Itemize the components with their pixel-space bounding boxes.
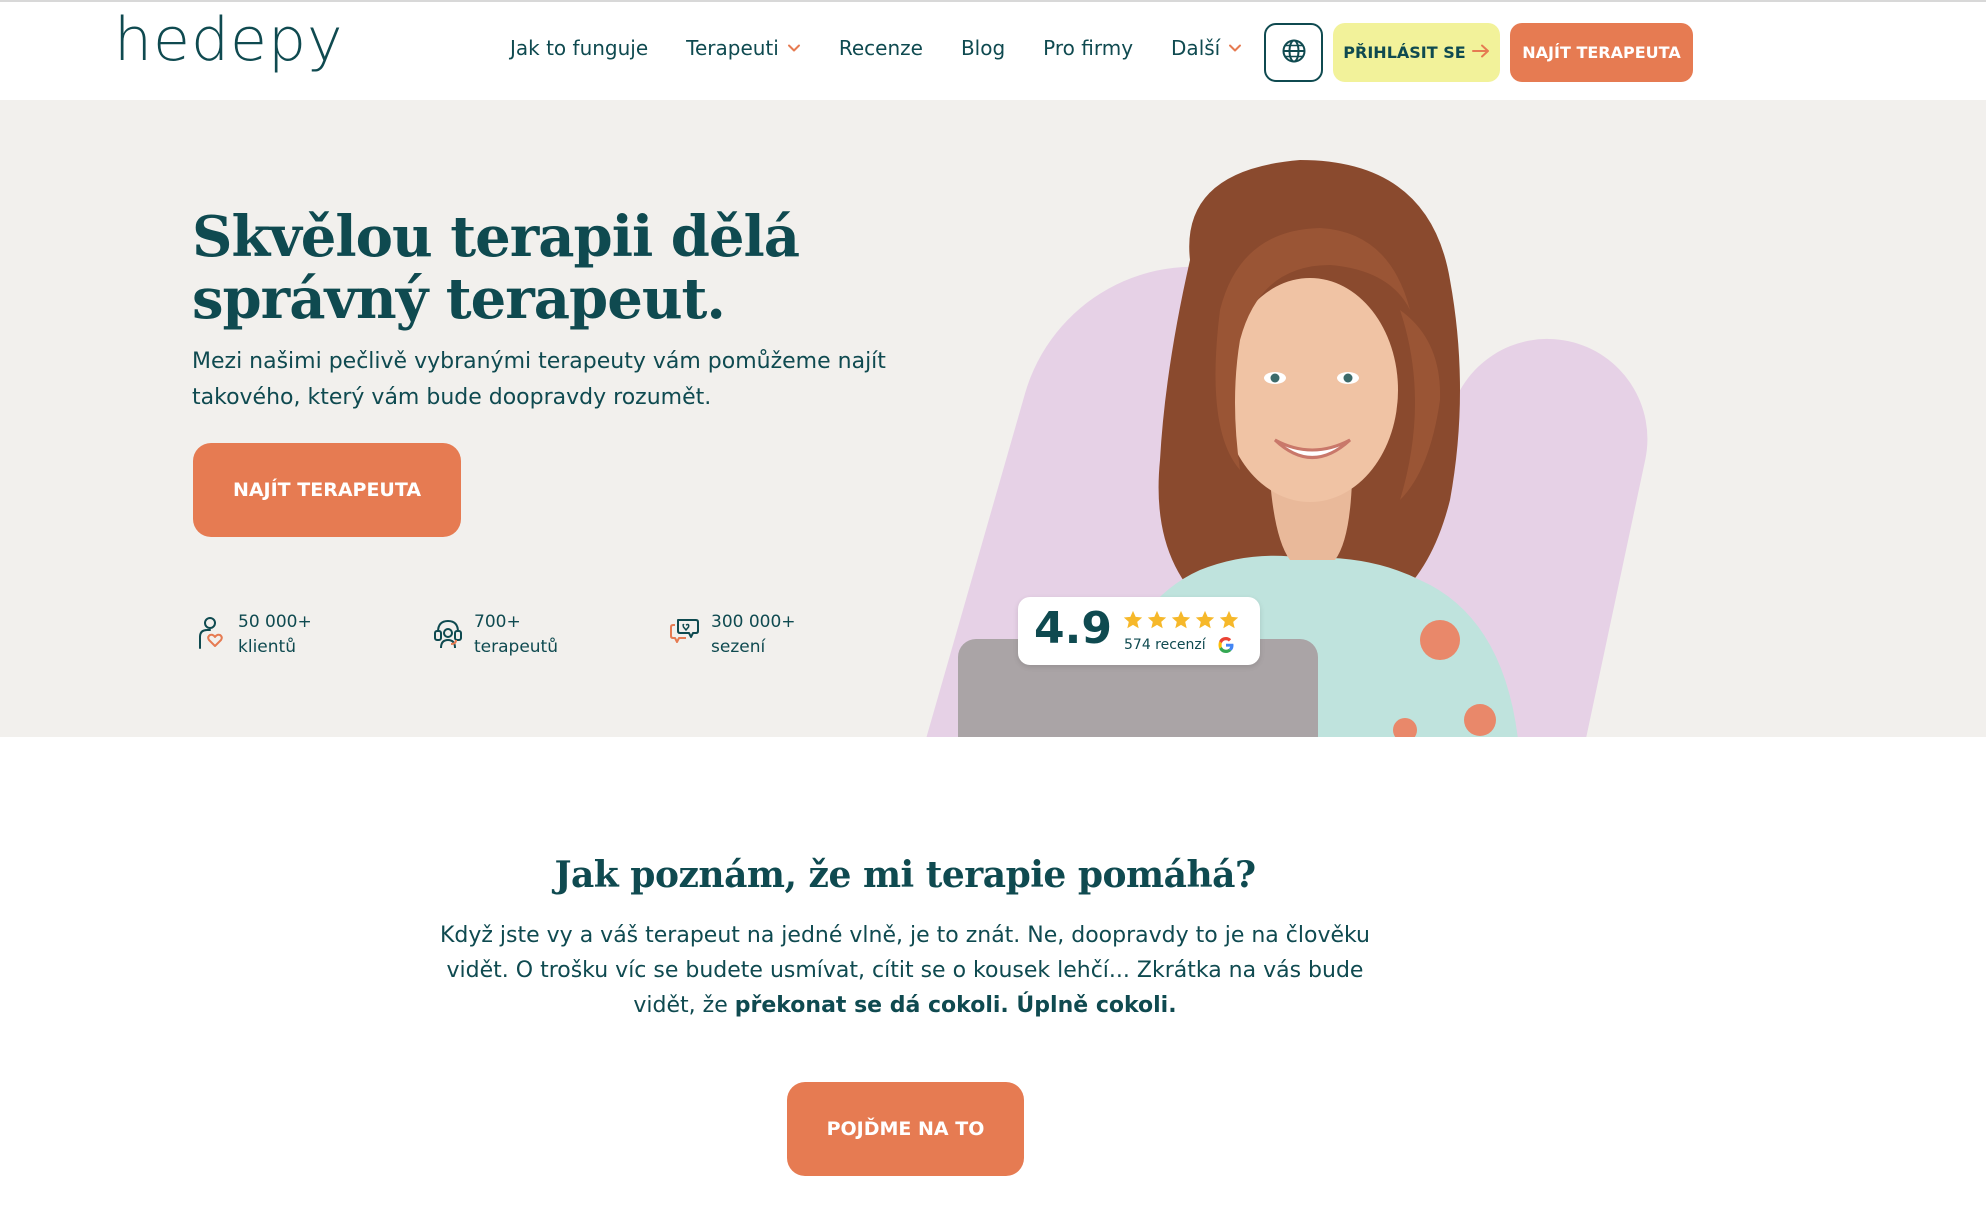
nav-label: Terapeuti [686, 36, 779, 60]
nav-item-recenze[interactable]: Recenze [839, 36, 923, 60]
logo[interactable]: hedepy [114, 4, 344, 76]
stat-value: 700+ [474, 612, 521, 632]
stat-value: 300 000+ [711, 612, 796, 632]
hero-title-line: Skvělou terapii dělá [192, 204, 800, 270]
rating-score: 4.9 [1034, 603, 1112, 654]
stat-clients: 50 000+ klientů [196, 610, 312, 660]
login-button[interactable]: PŘIHLÁSIT SE [1333, 23, 1500, 82]
section-text: Když jste vy a váš terapeut na jedné vln… [405, 918, 1405, 1023]
nav-item-terapeuti[interactable]: Terapeuti [686, 36, 801, 60]
nav-label: Recenze [838, 36, 923, 60]
globe-icon [1281, 38, 1307, 68]
nav-item-jak-to-funguje[interactable]: Jak to funguje [510, 36, 648, 60]
section-title: Jak poznám, že mi terapie pomáhá? [554, 854, 1256, 896]
stat-label: klientů [238, 637, 296, 657]
therapist-headset-icon [432, 616, 462, 650]
lets-go-button[interactable]: POJĎME NA TO [787, 1082, 1024, 1176]
nav-label: Jak to funguje [510, 36, 649, 60]
section-text-line: vidět. O trošku víc se budete usmívat, c… [446, 958, 1364, 983]
language-button[interactable] [1264, 23, 1323, 82]
main-nav: Jak to funguje Terapeuti Recenze Blog Pr… [510, 36, 1280, 60]
hero-subtitle-line: Mezi našimi pečlivě vybranými terapeuty … [192, 349, 886, 374]
chevron-down-icon [1228, 41, 1242, 55]
section-text-bold: překonat se dá cokoli. Úplně cokoli. [734, 993, 1177, 1018]
star-icon [1147, 610, 1167, 629]
nav-item-blog[interactable]: Blog [961, 36, 1005, 60]
section-text-line: vidět, že překonat se dá cokoli. Úplně c… [405, 988, 1405, 1023]
star-icon [1123, 610, 1143, 629]
nav-label: Blog [960, 36, 1006, 60]
stat-label: terapeutů [474, 637, 558, 657]
hero-section: Skvělou terapii dělá správný terapeut. M… [0, 100, 1986, 737]
rating-stars [1122, 609, 1242, 631]
stat-sessions: 300 000+ sezení [669, 610, 796, 660]
rating-count: 574 recenzí [1124, 637, 1206, 653]
nav-item-dalsi[interactable]: Další [1171, 36, 1242, 60]
star-icon [1171, 610, 1191, 629]
hero-title-line: správný terapeut. [192, 266, 726, 332]
stat-label: sezení [711, 637, 766, 657]
section-text-line: Když jste vy a váš terapeut na jedné vln… [439, 923, 1370, 948]
nav-item-pro-firmy[interactable]: Pro firmy [1043, 36, 1133, 60]
stat-value: 50 000+ [238, 612, 312, 632]
star-icon [1219, 610, 1239, 629]
chat-bubbles-icon [669, 616, 699, 650]
nav-label: Pro firmy [1043, 36, 1134, 60]
chevron-down-icon [787, 41, 801, 55]
star-icon [1195, 610, 1215, 629]
rating-badge: 4.9 574 recenzí [1018, 597, 1260, 665]
stat-therapists: 700+ terapeutů [432, 610, 558, 660]
site-header: hedepy Jak to funguje Terapeuti Recenze … [0, 2, 1986, 100]
arrow-right-icon [1471, 43, 1490, 62]
find-therapist-button-header[interactable]: NAJÍT TERAPEUTA [1510, 23, 1693, 82]
client-heart-icon [196, 616, 226, 650]
section-text-plain: vidět, že [633, 993, 735, 1018]
google-icon [1218, 637, 1234, 653]
hero-subtitle-line: takového, který vám bude doopravdy rozum… [192, 385, 712, 410]
nav-label: Další [1171, 36, 1221, 60]
login-label: PŘIHLÁSIT SE [1343, 43, 1466, 62]
find-therapist-button-hero[interactable]: NAJÍT TERAPEUTA [193, 443, 461, 537]
hero-title: Skvělou terapii dělá správný terapeut. [192, 206, 912, 330]
hero-subtitle: Mezi našimi pečlivě vybranými terapeuty … [192, 344, 912, 416]
